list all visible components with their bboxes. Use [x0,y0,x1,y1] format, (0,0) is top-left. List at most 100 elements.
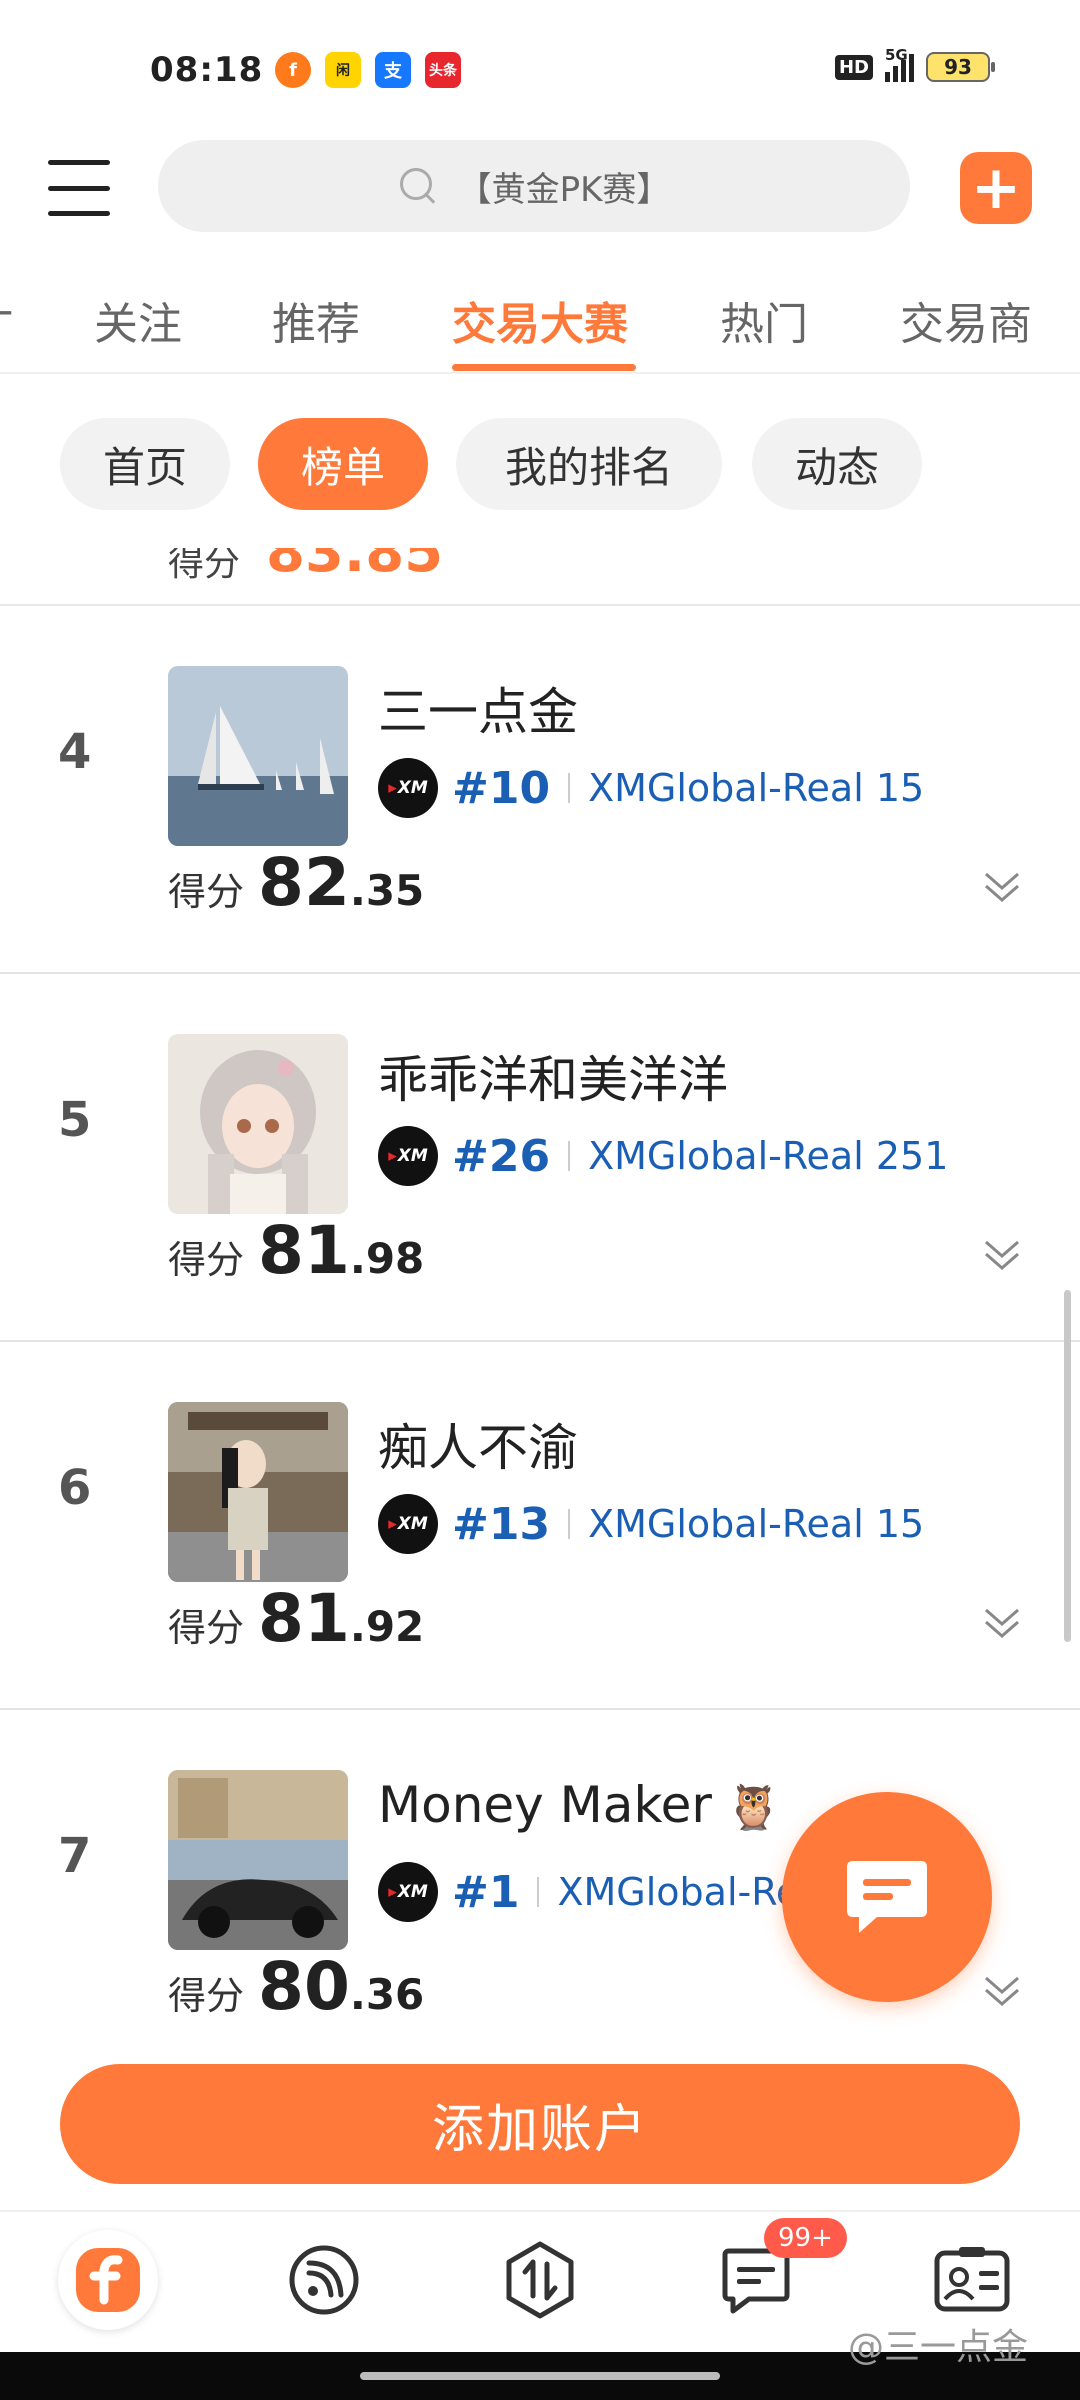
status-bar: 08:18 f 闲 支 头条 HD 5G 93 [0,0,1080,130]
divider [568,1509,571,1539]
tab-brokers[interactable]: 交易商 [900,288,1032,352]
tab-cut-off[interactable]: 才 [0,288,14,352]
score-dec: .35 [349,866,425,915]
message-badge: 99+ [764,2218,847,2258]
alipay-app-icon: 支 [375,52,411,88]
toutiao-app-icon: 头条 [425,52,461,88]
subtab-leaderboard[interactable]: 榜单 [258,418,428,510]
battery-level: 93 [944,55,972,79]
score-int: 81 [258,1580,350,1657]
status-time: 08:18 [150,50,264,90]
home-logo-icon [58,2230,158,2330]
avatar[interactable] [168,666,348,846]
trader-name: 三一点金 [378,683,578,741]
feed-icon [289,2245,359,2315]
score-int: 82 [258,844,350,921]
nav-feed[interactable] [274,2230,374,2330]
scrollbar[interactable] [1064,1290,1071,1642]
server-name[interactable]: XMGlobal-Real 15 [588,1502,924,1546]
list-item[interactable]: 4 三一点金 ▸ XM #10 XMGlobal-Real 15 得分 82.35 [0,606,1080,974]
hd-icon: HD [834,54,873,80]
score-int: 81 [258,1212,350,1289]
chevron-down-icon[interactable] [982,1604,1022,1644]
status-indicators: HD 5G 93 [834,46,995,82]
chevron-down-icon[interactable] [982,1236,1022,1276]
account-info: ▸ XM #13 XMGlobal-Real 15 [378,1492,924,1556]
owl-emoji: 🦉 [725,1782,781,1833]
server-name[interactable]: XMGlobal-Real 15 [588,766,924,810]
score: 得分 81.92 [168,1580,424,1657]
subtab-my-rank[interactable]: 我的排名 [456,418,722,510]
tab-follow[interactable]: 关注 [94,288,182,352]
account-info: ▸ XM #1 XMGlobal-Re [378,1860,799,1924]
avatar[interactable] [168,1034,348,1214]
score-label: 得分 [168,1238,245,1282]
network-type: 5G [885,46,908,64]
xm-logo-icon: ▸ XM [378,758,438,818]
score-value: 83.85 [266,548,444,585]
chevron-down-icon[interactable] [982,1972,1022,2012]
rank-number: 7 [58,1828,92,1884]
account-info: ▸ XM #26 XMGlobal-Real 251 [378,1124,948,1188]
nav-profile[interactable] [922,2230,1022,2330]
divider [0,372,1080,374]
home-indicator[interactable] [360,2372,720,2380]
score: 得分 81.98 [168,1212,424,1289]
xm-logo-icon: ▸ XM [378,1126,438,1186]
nav-trade[interactable] [490,2230,590,2330]
avatar[interactable] [168,1402,348,1582]
trade-icon [506,2241,574,2319]
add-account-button[interactable]: 添加账户 [60,2064,1020,2184]
score: 得分 82.35 [168,844,424,921]
active-tab-indicator [452,364,636,371]
chat-fab-button[interactable] [782,1792,992,2002]
divider [568,773,571,803]
score-label: 得分 [168,870,245,914]
list-item[interactable]: 5 乖乖洋和美洋洋 ▸ XM #26 XMGlobal-Real 251 得分 81… [0,974,1080,1342]
account-rank: #1 [452,1866,520,1918]
divider [537,1877,540,1907]
score-label: 得分 [168,1606,245,1650]
avatar[interactable] [168,1770,348,1950]
account-rank: #13 [452,1498,551,1550]
xm-logo-icon: ▸ XM [378,1862,438,1922]
chat-icon [847,1861,927,1933]
tab-hot[interactable]: 热门 [720,288,808,352]
trader-name: 乖乖洋和美洋洋 [378,1051,728,1109]
status-app-icons: f 闲 支 头条 [275,52,461,88]
rank-number: 4 [58,724,92,780]
profile-card-icon [934,2247,1010,2312]
trader-name: 痴人不渝 [378,1419,578,1477]
subtab-activity[interactable]: 动态 [752,418,922,510]
score: 得分 80.36 [168,1948,424,2025]
watermark: @三一点金 [848,2327,1029,2368]
bubble-app-icon: 闲 [325,52,361,88]
tab-trading-contest[interactable]: 交易大赛 [452,288,628,352]
rank-number: 6 [58,1460,92,1516]
score-dec: .98 [349,1234,425,1283]
search-bar[interactable]: 【黄金PK赛】 [158,140,910,232]
account-info: ▸ XM #10 XMGlobal-Real 15 [378,756,924,820]
list-item-partial[interactable]: 得分 83.85 [0,548,1080,606]
subtab-home[interactable]: 首页 [60,418,230,510]
score-dec: .36 [349,1970,425,2019]
xm-logo-icon: ▸ XM [378,1494,438,1554]
score-label: 得分 [168,1974,245,2018]
rank-number: 5 [58,1092,92,1148]
category-tabs: 才 关注 推荐 交易大赛 热门 交易商 [0,280,1080,372]
divider [568,1141,571,1171]
trader-name: Money Maker 🦉 [378,1776,781,1834]
score-int: 80 [258,1948,350,2025]
chevron-down-icon[interactable] [982,868,1022,908]
tab-recommend[interactable]: 推荐 [272,288,360,352]
nav-home[interactable] [58,2230,158,2330]
add-button[interactable]: + [960,152,1032,224]
server-name[interactable]: XMGlobal-Real 251 [588,1134,948,1178]
account-rank: #26 [452,1130,551,1182]
battery-icon: 93 [926,52,995,82]
top-header: 【黄金PK赛】 + [0,140,1080,240]
server-name[interactable]: XMGlobal-Re [557,1870,799,1914]
menu-icon[interactable] [48,160,110,216]
search-placeholder: 【黄金PK赛】 [457,169,671,210]
list-item[interactable]: 6 痴人不渝 ▸ XM #13 XMGlobal-Real 15 得分 81.92 [0,1342,1080,1710]
